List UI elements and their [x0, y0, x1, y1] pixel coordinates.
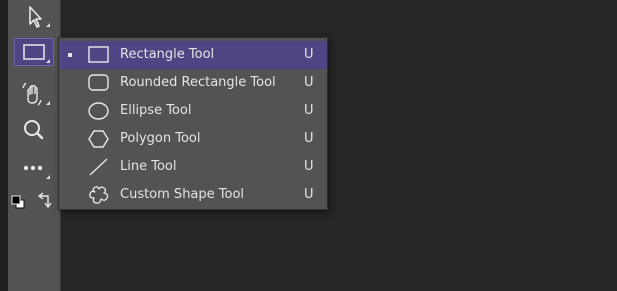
ellipse-icon	[88, 102, 109, 120]
current-tool-bullet	[68, 53, 72, 57]
rounded-rectangle-icon	[88, 74, 109, 91]
magnifier-icon	[24, 120, 44, 140]
menu-item-ellipse-tool[interactable]: Ellipse Tool U	[59, 97, 327, 125]
color-swatch-icon	[11, 195, 25, 209]
tool-group-indicator	[46, 175, 50, 179]
menu-item-custom-shape-tool[interactable]: Custom Shape Tool U	[59, 181, 327, 209]
menu-item-label: Custom Shape Tool	[120, 187, 245, 202]
polygon-icon	[88, 130, 109, 148]
more-tools-button[interactable]	[14, 154, 54, 182]
menu-item-label: Line Tool	[120, 159, 177, 174]
shortcut-key: U	[304, 187, 314, 202]
line-icon	[89, 158, 108, 176]
menu-item-polygon-tool[interactable]: Polygon Tool U	[59, 125, 327, 153]
rectangle-icon	[88, 46, 109, 63]
swap-colors-button[interactable]	[34, 188, 56, 216]
default-colors-button[interactable]	[8, 188, 32, 216]
menu-item-label: Rounded Rectangle Tool	[120, 75, 276, 90]
menu-item-label: Ellipse Tool	[120, 103, 192, 118]
menu-item-rounded-rectangle-tool[interactable]: Rounded Rectangle Tool U	[59, 69, 327, 97]
menu-item-rectangle-tool[interactable]: Rectangle Tool U	[59, 41, 327, 69]
custom-shape-icon	[89, 186, 109, 204]
swap-arrows-icon	[37, 192, 52, 209]
menu-item-line-tool[interactable]: Line Tool U	[59, 153, 327, 181]
shortcut-key: U	[304, 131, 314, 146]
move-tool[interactable]	[14, 2, 54, 30]
hand-rotate-tool[interactable]	[14, 80, 54, 108]
shortcut-key: U	[304, 47, 314, 62]
tool-group-indicator	[46, 23, 50, 27]
menu-item-label: Rectangle Tool	[120, 47, 215, 62]
tool-group-indicator	[46, 59, 50, 63]
shape-tools-flyout-menu: Rectangle Tool U Rounded Rectangle Tool …	[58, 37, 328, 210]
shortcut-key: U	[304, 103, 314, 118]
tool-group-indicator	[46, 101, 50, 105]
shortcut-key: U	[304, 75, 314, 90]
left-panel-edge	[0, 0, 8, 291]
rectangle-tool[interactable]	[14, 38, 54, 66]
zoom-tool[interactable]	[14, 116, 54, 144]
tools-panel	[8, 0, 61, 291]
menu-item-label: Polygon Tool	[120, 131, 201, 146]
shortcut-key: U	[304, 159, 314, 174]
